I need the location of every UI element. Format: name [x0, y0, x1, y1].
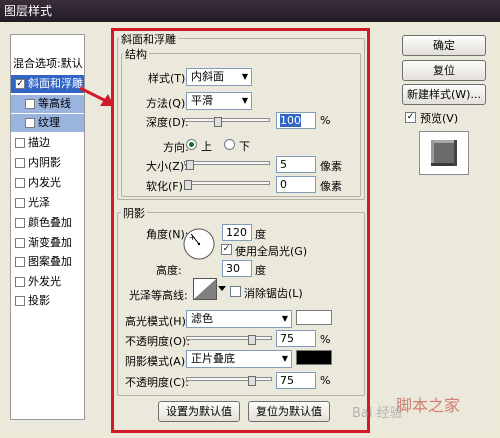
preview-checkbox[interactable]: ✓: [405, 112, 416, 123]
annotation-highlight-box: [111, 28, 370, 433]
styles-list: 混合选项:默认 ✓ 斜面和浮雕 等高线 纹理 描边 内阴影 内发光 光泽 颜色叠加…: [10, 34, 85, 420]
watermark-logo: 脚本之家: [396, 396, 461, 415]
watermark-sub: Bai 经验: [352, 406, 403, 421]
style-item-outer-glow[interactable]: 外发光: [11, 273, 84, 291]
style-item-bevel[interactable]: ✓ 斜面和浮雕: [11, 75, 84, 93]
style-item-drop-shadow[interactable]: 投影: [11, 292, 84, 310]
checkbox-icon[interactable]: [15, 178, 25, 188]
style-item-texture[interactable]: 纹理: [11, 114, 84, 132]
style-item-gradient-overlay[interactable]: 渐变叠加: [11, 234, 84, 252]
preview-label: 预览(V): [420, 112, 459, 125]
style-item-contour[interactable]: 等高线: [11, 95, 84, 113]
checkbox-icon[interactable]: [15, 158, 25, 168]
style-item-stroke[interactable]: 描边: [11, 134, 84, 152]
checkbox-icon[interactable]: [15, 198, 25, 208]
checkbox-icon[interactable]: [15, 257, 25, 267]
checkbox-icon[interactable]: [15, 138, 25, 148]
checkbox-icon[interactable]: [15, 238, 25, 248]
style-item-inner-glow[interactable]: 内发光: [11, 174, 84, 192]
new-style-button[interactable]: 新建样式(W)...: [402, 84, 486, 105]
style-preview-thumbnail: [419, 131, 469, 175]
style-item-inner-shadow[interactable]: 内阴影: [11, 154, 84, 172]
blend-options-item[interactable]: 混合选项:默认: [11, 55, 84, 73]
checkbox-icon[interactable]: ✓: [15, 79, 25, 89]
checkbox-icon[interactable]: [15, 296, 25, 306]
style-item-color-overlay[interactable]: 颜色叠加: [11, 214, 84, 232]
checkbox-icon[interactable]: [15, 218, 25, 228]
reset-button[interactable]: 复位: [402, 60, 486, 81]
checkbox-icon[interactable]: [25, 99, 35, 109]
ok-button[interactable]: 确定: [402, 35, 486, 56]
style-item-pattern-overlay[interactable]: 图案叠加: [11, 253, 84, 271]
checkbox-icon[interactable]: [15, 277, 25, 287]
window-title: 图层样式: [0, 0, 500, 22]
style-item-satin[interactable]: 光泽: [11, 194, 84, 212]
checkbox-icon[interactable]: [25, 118, 35, 128]
